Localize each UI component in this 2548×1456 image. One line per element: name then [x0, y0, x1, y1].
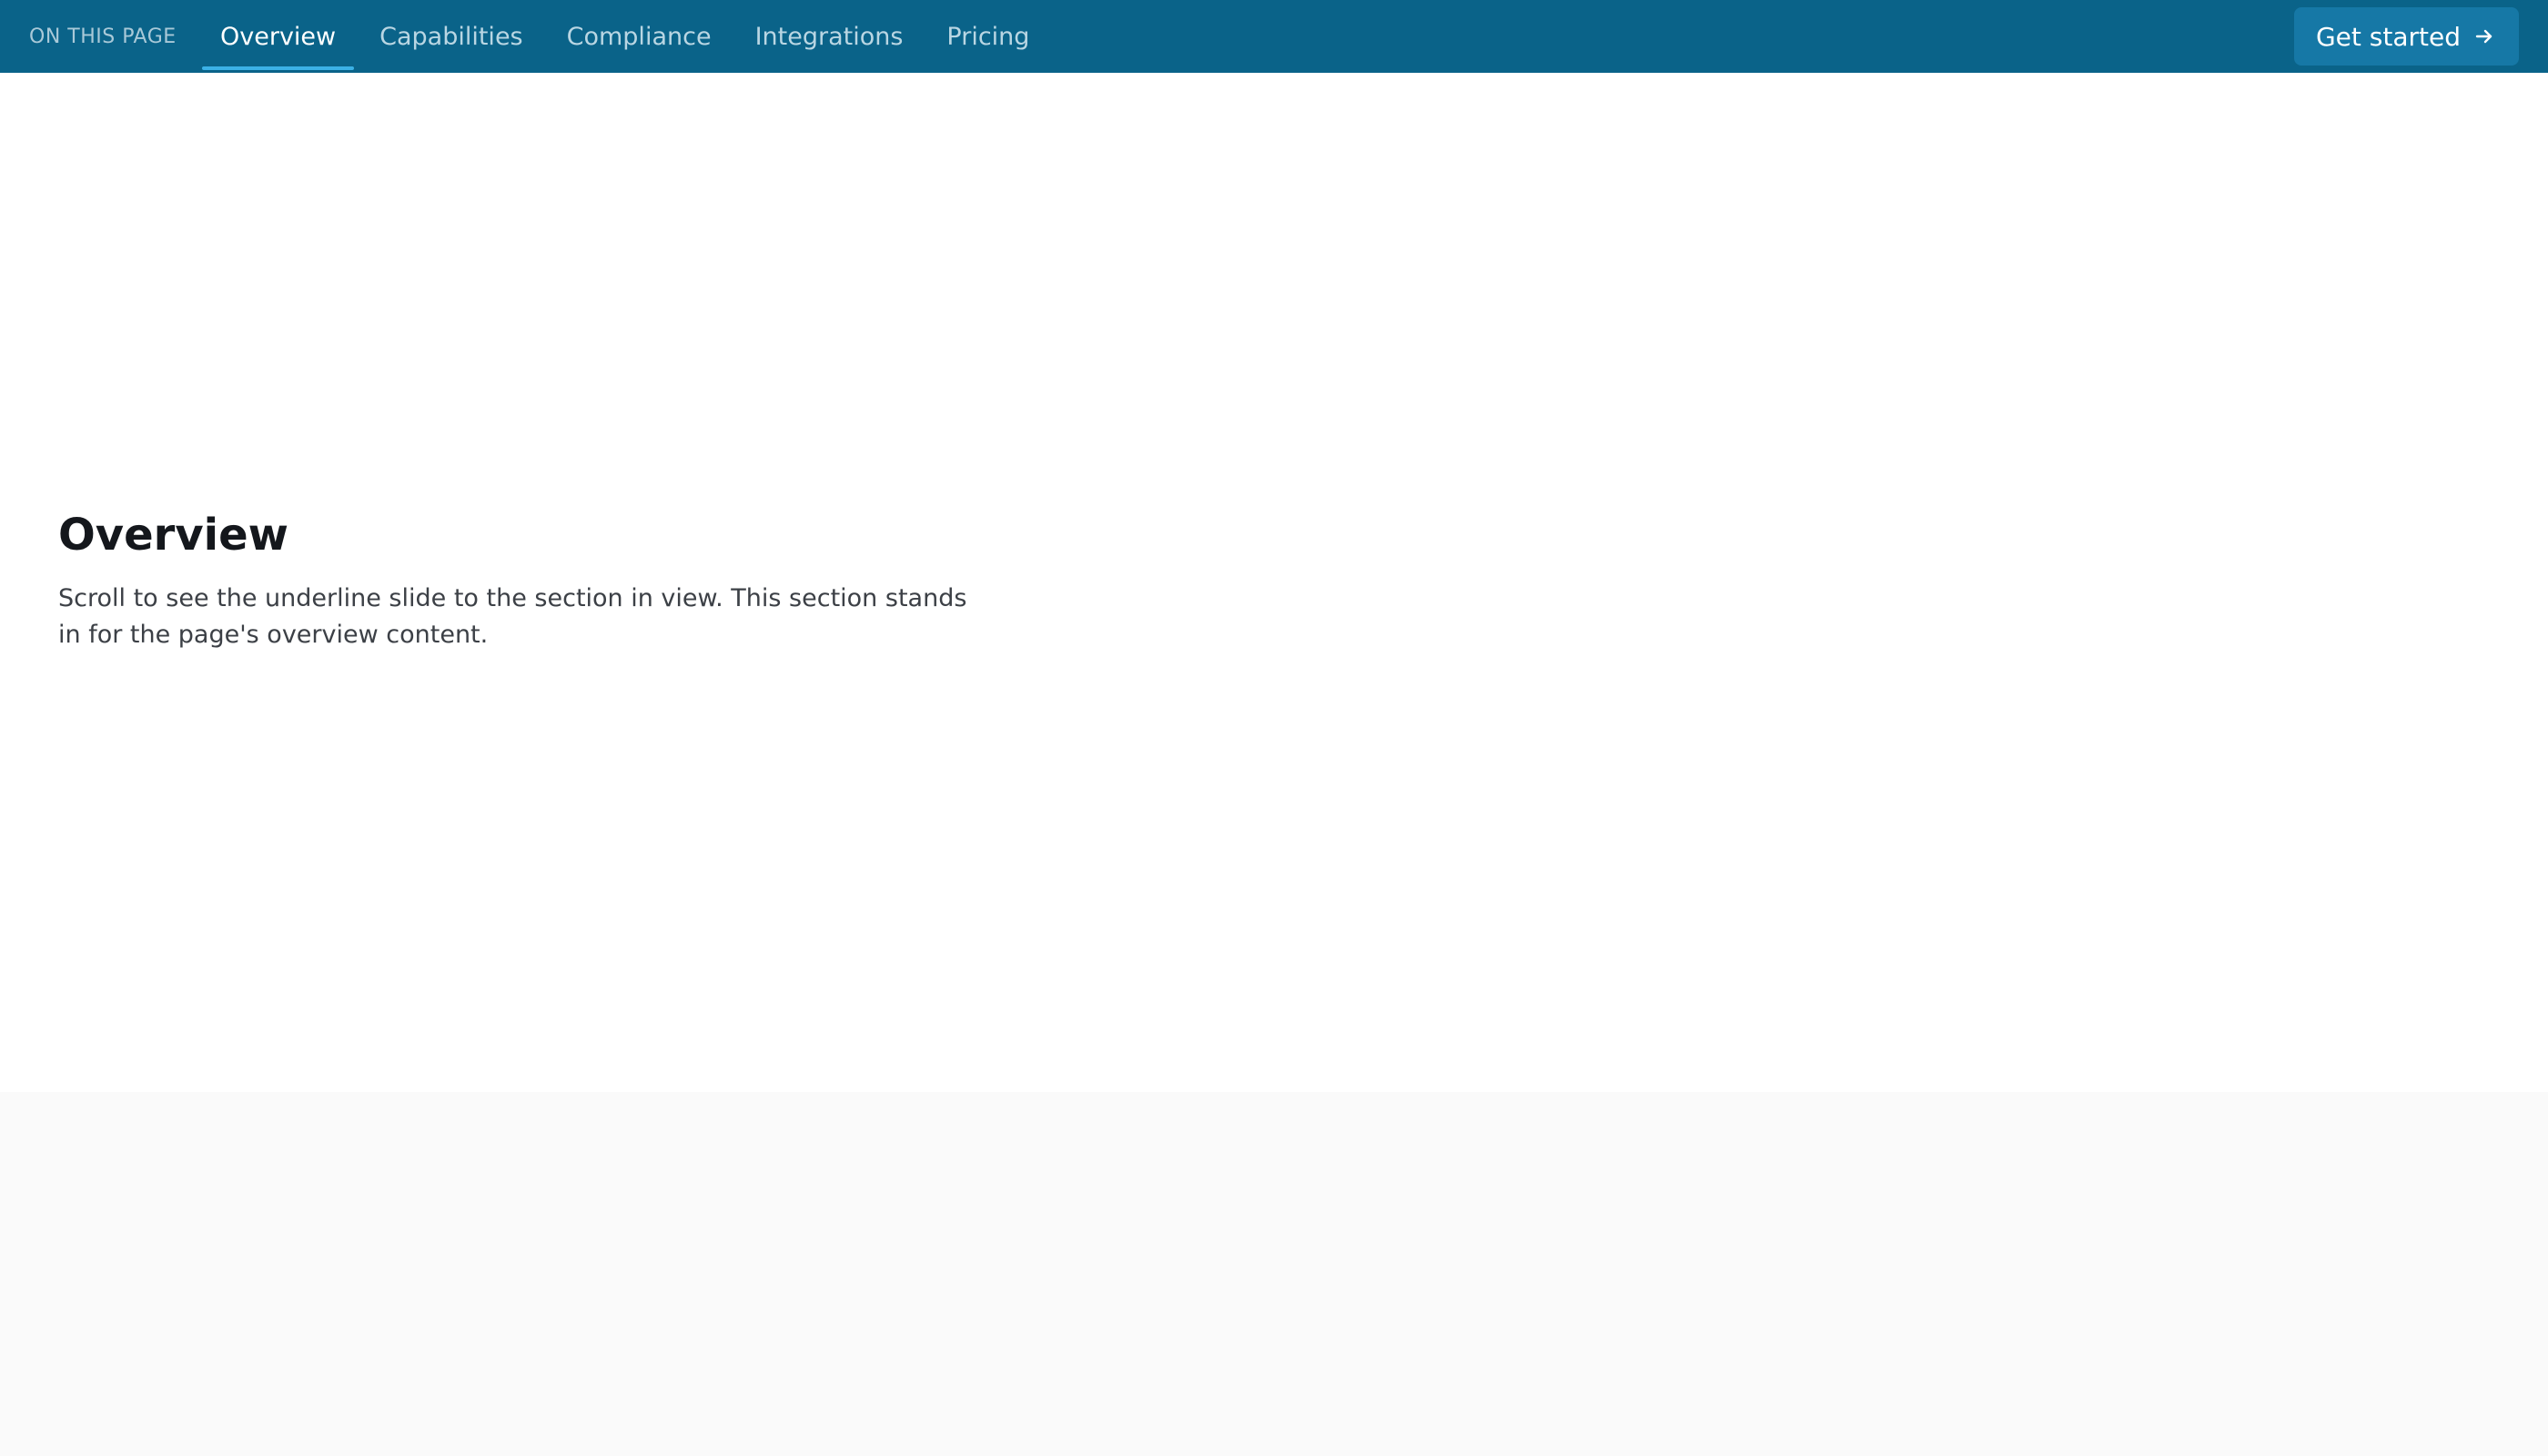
section-tabs: Overview Capabilities Compliance Integra…: [202, 0, 1055, 73]
get-started-label: Get started: [2315, 21, 2461, 52]
section-description: Scroll to see the underline slide to the…: [58, 584, 967, 649]
tab-overview[interactable]: Overview: [202, 0, 355, 73]
on-this-page-label: ON THIS PAGE: [29, 25, 177, 48]
tab-compliance[interactable]: Compliance: [549, 0, 730, 73]
tab-capabilities[interactable]: Capabilities: [361, 0, 541, 73]
overview-section: Overview Scroll to see the underline sli…: [0, 73, 2548, 1092]
tab-label: Integrations: [754, 22, 904, 51]
tab-label: Overview: [220, 22, 337, 51]
arrow-right-icon: [2473, 25, 2495, 47]
section-title: Overview: [58, 510, 288, 561]
tab-pricing[interactable]: Pricing: [928, 0, 1047, 73]
get-started-button[interactable]: Get started: [2293, 7, 2519, 66]
section-nav-bar: ON THIS PAGE Overview Capabilities Compl…: [0, 0, 2548, 73]
tab-integrations[interactable]: Integrations: [737, 0, 922, 73]
tab-label: Compliance: [566, 22, 712, 51]
tab-label: Pricing: [946, 22, 1030, 51]
tab-label: Capabilities: [379, 22, 523, 51]
